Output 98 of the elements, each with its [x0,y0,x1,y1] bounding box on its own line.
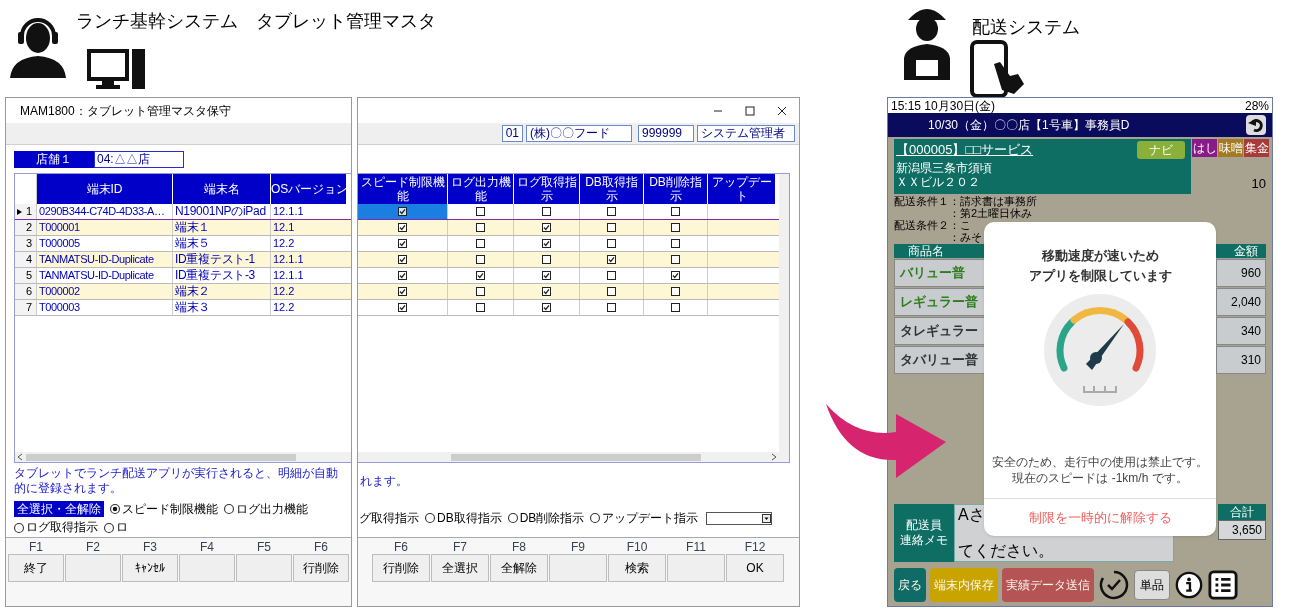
memo-text: Aさ [958,506,985,524]
memo-text: てください。 [958,542,1054,560]
tag: はし [1192,139,1217,157]
table-cell-text: 12.1.1 [272,252,305,267]
column-header: 端末名 [173,174,271,204]
row-number: 4 [25,252,32,267]
column-header: 商品名 [908,244,944,258]
customer-address: 新潟県三条市須頃 [896,160,992,175]
function-key-label: F12 [744,540,766,554]
function-key-label: F6 [314,540,328,554]
product-amount: 2,040 [1216,288,1266,316]
dialog-title: アプリを制限しています [1028,267,1172,285]
table-cell: 端末３ [173,300,271,315]
condition-text: ：請求書は事務所 [949,195,1037,207]
info-message: れます。 [360,473,408,489]
radio-label: スピード制限機能 [122,501,218,517]
table-cell: T000001 [37,220,173,235]
row-number: 5 [25,268,32,283]
product-amount: 310 [1216,346,1266,374]
battery-level: 28% [1244,98,1269,113]
table-cell-text: 12.2 [272,284,296,299]
table-cell: 端末１ [173,220,271,235]
system-title: ランチ基幹システム タブレット管理マスタ [76,10,436,33]
function-key-label: F4 [200,540,214,554]
row-number: 1 [25,204,32,219]
dialog-message: 安全のため、走行中の使用は禁止です。 [992,454,1208,470]
total-label: 合計 [1218,504,1266,520]
status-time: 15:15 10月30日(金) [891,98,996,113]
product-amount: 960 [1216,259,1266,287]
company-name-field: (株)〇〇フード [526,125,632,142]
user-name-field: システム管理者 [697,125,795,142]
column-header: ログ出力機能 [448,174,514,204]
table-cell: 0290B344-C74D-4D33-A… [37,204,173,219]
window-title: MAM1800：タブレット管理マスタ保守 [20,102,231,120]
total-value: 3,650 [1218,520,1266,540]
dialog-title: 移動速度が速いため [1041,247,1159,265]
table-cell-text: 12.2 [272,236,296,251]
store-label: 店舗１ [14,150,94,168]
table-cell: TANMATSU-ID-Duplicate [37,268,173,283]
radio-label: アップデート指示 [602,510,699,526]
radio-label: グ取得指示 [359,510,419,526]
radio-label: ログ出力機能 [236,501,308,517]
function-key-label: F8 [512,540,526,554]
function-key-label: F10 [626,540,648,554]
condition-text: ：第2土曜日休み [949,207,1033,219]
table-cell-text: 12.2 [272,300,296,315]
function-key-label: F3 [143,540,157,554]
table-cell: N19001NPのiPad [173,204,271,219]
column-header: アップデート [708,174,776,204]
header-title: 10/30（金）〇〇店【1号車】事務員D [928,117,1130,134]
row-number: 6 [25,284,32,299]
condition-text: ：みそ [949,231,982,243]
table-cell: T000005 [37,236,173,251]
function-key-label: F7 [453,540,467,554]
function-key-label: F1 [29,540,43,554]
radio-label: ロ [116,520,128,535]
tag: 味噌 [1218,139,1243,157]
function-key-label: F9 [571,540,585,554]
table-cell-text: 12.1.1 [272,204,305,219]
customer-address: ＸＸビル２０２ [896,174,980,189]
system-title: 配送システム [972,16,1080,39]
function-key-label: F6 [394,540,408,554]
column-header: 端末ID [37,174,173,204]
table-cell: 端末５ [173,236,271,251]
radio-label: DB取得指示 [437,510,502,526]
memo-label-text: 配送員 [906,518,942,533]
function-key-label: F2 [86,540,100,554]
radio-label: ログ取得指示 [26,520,98,535]
condition-label: 配送条件１ [894,195,949,207]
condition-text: ：こ [949,219,971,231]
column-header: スピード制限機能 [358,174,448,204]
table-cell: ID重複テスト-1 [173,252,271,267]
user-code-field: 999999 [638,125,694,142]
table-cell: ID重複テスト-3 [173,268,271,283]
condition-label: 配送条件２ [894,219,949,231]
tag: 集金 [1244,139,1269,157]
company-code-field: 01 [501,125,523,142]
row-number: 3 [25,236,32,251]
column-header: ログ取得指示 [514,174,580,204]
item-count: 10 [1250,174,1266,193]
radio-label: DB削除指示 [519,510,585,526]
row-number: 7 [25,300,32,315]
info-message: タブレットでランチ配送アプリが実行されると、明細が自動的に登録されます。 [14,466,339,496]
column-header: DB取得指示 [580,174,644,204]
table-cell: T000003 [37,300,173,315]
table-cell-text: 12.1 [272,220,296,235]
table-cell: TANMATSU-ID-Duplicate [37,252,173,267]
table-cell: T000002 [37,284,173,299]
column-header: DB削除指示 [644,174,708,204]
column-header: 金額 [1234,244,1258,258]
table-cell-text: 12.1.1 [272,268,305,283]
row-number: 2 [25,220,32,235]
function-key-label: F11 [686,540,706,554]
dialog-message: 現在のスピードは -1km/h です。 [1012,470,1188,486]
product-amount: 340 [1216,317,1266,345]
table-cell: 端末２ [173,284,271,299]
function-key-label: F5 [257,540,271,554]
memo-label-text: 連絡メモ [900,533,948,548]
